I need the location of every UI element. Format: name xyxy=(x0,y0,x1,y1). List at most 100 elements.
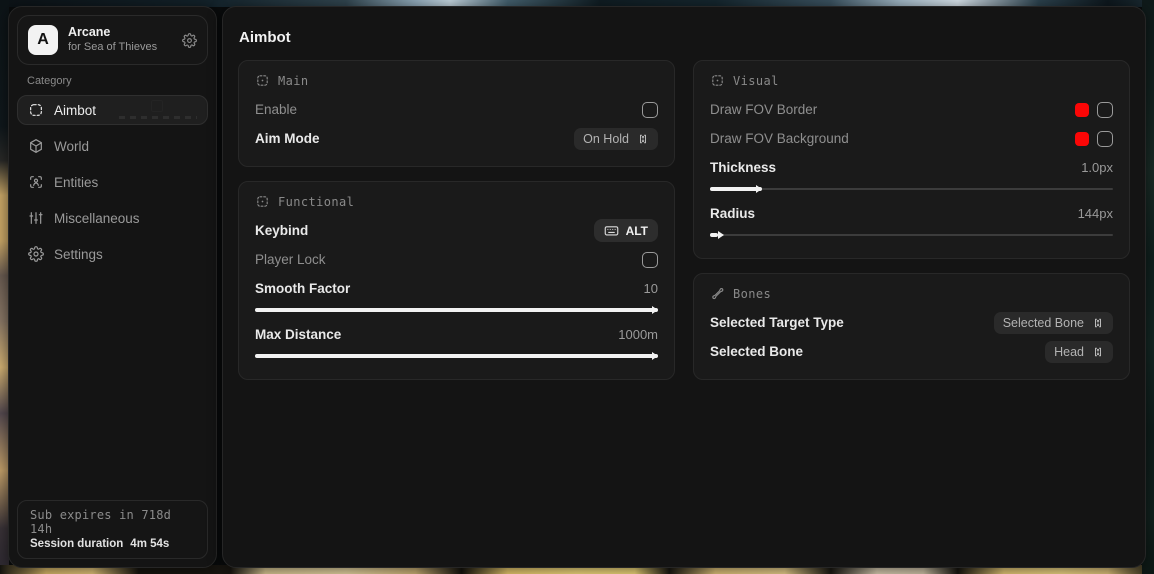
thickness-slider-fill xyxy=(710,187,762,191)
sidebar-item-label: Aimbot xyxy=(54,103,96,118)
panel-functional: Functional Keybind ALT Player Lock Smooth Fa… xyxy=(238,181,675,380)
entities-scan-icon xyxy=(28,174,44,190)
draw-fov-background-checkbox[interactable] xyxy=(1097,131,1113,147)
draw-fov-background-label: Draw FOV Background xyxy=(710,131,849,146)
row-aim-mode: Aim Mode On Hold xyxy=(255,124,658,153)
smooth-factor-slider-fill xyxy=(255,308,658,312)
draw-fov-background-color-swatch[interactable] xyxy=(1075,132,1089,146)
panel-columns: Main Enable Aim Mode On Hold Functional Keybi… xyxy=(223,60,1145,394)
selected-bone-label: Selected Bone xyxy=(710,344,803,359)
miscellaneous-sliders-icon xyxy=(28,210,44,226)
max-distance-slider-thumb[interactable] xyxy=(652,352,658,360)
panel-main-header: Main xyxy=(255,73,658,88)
sidebar-item-world[interactable]: World xyxy=(17,131,208,161)
max-distance-slider[interactable] xyxy=(255,350,658,362)
row-player-lock: Player Lock xyxy=(255,245,658,274)
sidebar-item-label: World xyxy=(54,139,89,154)
thickness-slider-thumb[interactable] xyxy=(756,185,762,193)
panel-visual: Visual Draw FOV Border Draw FOV Background… xyxy=(693,60,1130,259)
keybind-button[interactable]: ALT xyxy=(594,219,658,242)
section-icon xyxy=(710,73,725,88)
selected-bone-dropdown-value: Head xyxy=(1054,345,1084,359)
max-distance-label: Max Distance xyxy=(255,327,341,342)
app-header: A Arcane for Sea of Thieves xyxy=(17,15,208,65)
player-lock-checkbox[interactable] xyxy=(642,252,658,268)
page-title: Aimbot xyxy=(223,7,1145,46)
settings-gear-icon xyxy=(28,246,44,262)
selected-target-type-dropdown[interactable]: Selected Bone xyxy=(994,312,1113,334)
radius-value: 144px xyxy=(1078,206,1113,221)
category-label: Category xyxy=(27,75,198,87)
row-enable: Enable xyxy=(255,95,658,124)
enable-label: Enable xyxy=(255,102,297,117)
row-keybind: Keybind ALT xyxy=(255,216,658,245)
aim-mode-label: Aim Mode xyxy=(255,131,320,146)
sidebar-item-label: Settings xyxy=(54,247,103,262)
panel-main-title: Main xyxy=(278,74,309,88)
selected-target-type-dropdown-value: Selected Bone xyxy=(1003,316,1084,330)
keyboard-icon xyxy=(604,223,619,238)
keybind-label: Keybind xyxy=(255,223,308,238)
draw-fov-background-controls xyxy=(1075,131,1113,147)
draw-fov-border-label: Draw FOV Border xyxy=(710,102,817,117)
thickness-slider-track xyxy=(710,188,1113,190)
panel-functional-title: Functional xyxy=(278,195,354,209)
smooth-factor-slider-thumb[interactable] xyxy=(652,306,658,314)
radius-slider-thumb[interactable] xyxy=(718,231,724,239)
header-gear-icon[interactable] xyxy=(182,33,197,48)
keybind-key-value: ALT xyxy=(626,224,648,238)
panel-functional-header: Functional xyxy=(255,194,658,209)
draw-fov-border-color-swatch[interactable] xyxy=(1075,103,1089,117)
world-cube-icon xyxy=(28,138,44,154)
app-name: Arcane xyxy=(68,25,172,41)
section-icon xyxy=(255,194,270,209)
sidebar-item-settings[interactable]: Settings xyxy=(17,239,208,269)
unfold-icon xyxy=(1092,317,1104,329)
thickness-label: Thickness xyxy=(710,160,776,175)
app-header-text: Arcane for Sea of Thieves xyxy=(68,25,172,54)
unfold-icon xyxy=(637,133,649,145)
left-column: Main Enable Aim Mode On Hold Functional Keybi… xyxy=(238,60,675,394)
panel-bones-header: Bones xyxy=(710,286,1113,301)
panel-main: Main Enable Aim Mode On Hold xyxy=(238,60,675,167)
panel-visual-title: Visual xyxy=(733,74,779,88)
sidebar-item-entities[interactable]: Entities xyxy=(17,167,208,197)
row-smooth-factor: Smooth Factor10 xyxy=(255,274,658,303)
row-draw-fov-background: Draw FOV Background xyxy=(710,124,1113,153)
session-duration-label: Session duration xyxy=(30,538,123,550)
subscription-info-box: Sub expires in 718d 14h Session duration… xyxy=(17,500,208,559)
panel-bones: Bones Selected Target Type Selected Bone Se… xyxy=(693,273,1130,380)
aimbot-scan-icon xyxy=(28,102,44,118)
panel-visual-header: Visual xyxy=(710,73,1113,88)
selected-target-type-label: Selected Target Type xyxy=(710,315,844,330)
sidebar-item-miscellaneous[interactable]: Miscellaneous xyxy=(17,203,208,233)
radius-slider-fill xyxy=(710,233,718,237)
unfold-icon xyxy=(1092,346,1104,358)
smooth-factor-slider[interactable] xyxy=(255,304,658,316)
app-logo: A xyxy=(28,25,58,55)
draw-fov-border-controls xyxy=(1075,102,1113,118)
smooth-factor-value: 10 xyxy=(644,281,658,296)
bone-icon xyxy=(710,286,725,301)
draw-fov-border-checkbox[interactable] xyxy=(1097,102,1113,118)
thickness-slider[interactable] xyxy=(710,183,1113,195)
thickness-value: 1.0px xyxy=(1081,160,1113,175)
main-content: Aimbot Main Enable Aim Mode On Hold Function… xyxy=(222,6,1146,568)
radius-label: Radius xyxy=(710,206,755,221)
radius-slider[interactable] xyxy=(710,229,1113,241)
sidebar-item-label: Entities xyxy=(54,175,98,190)
panel-bones-title: Bones xyxy=(733,287,771,301)
row-radius: Radius 144px xyxy=(710,199,1113,228)
enable-checkbox[interactable] xyxy=(642,102,658,118)
sub-expires-text: Sub expires in 718d 14h xyxy=(30,508,195,536)
sidebar-item-label: Miscellaneous xyxy=(54,211,140,226)
selected-bone-dropdown[interactable]: Head xyxy=(1045,341,1113,363)
session-duration-value: 4m 54s xyxy=(130,538,169,550)
player-lock-label: Player Lock xyxy=(255,252,326,267)
section-icon xyxy=(255,73,270,88)
radius-slider-track xyxy=(710,234,1113,236)
row-max-distance: Max Distance1000m xyxy=(255,320,658,349)
sidebar-nav: Aimbot World Entities Miscellaneous Settings xyxy=(9,95,216,269)
aim-mode-dropdown[interactable]: On Hold xyxy=(574,128,658,150)
sidebar-item-aimbot[interactable]: Aimbot xyxy=(17,95,208,125)
